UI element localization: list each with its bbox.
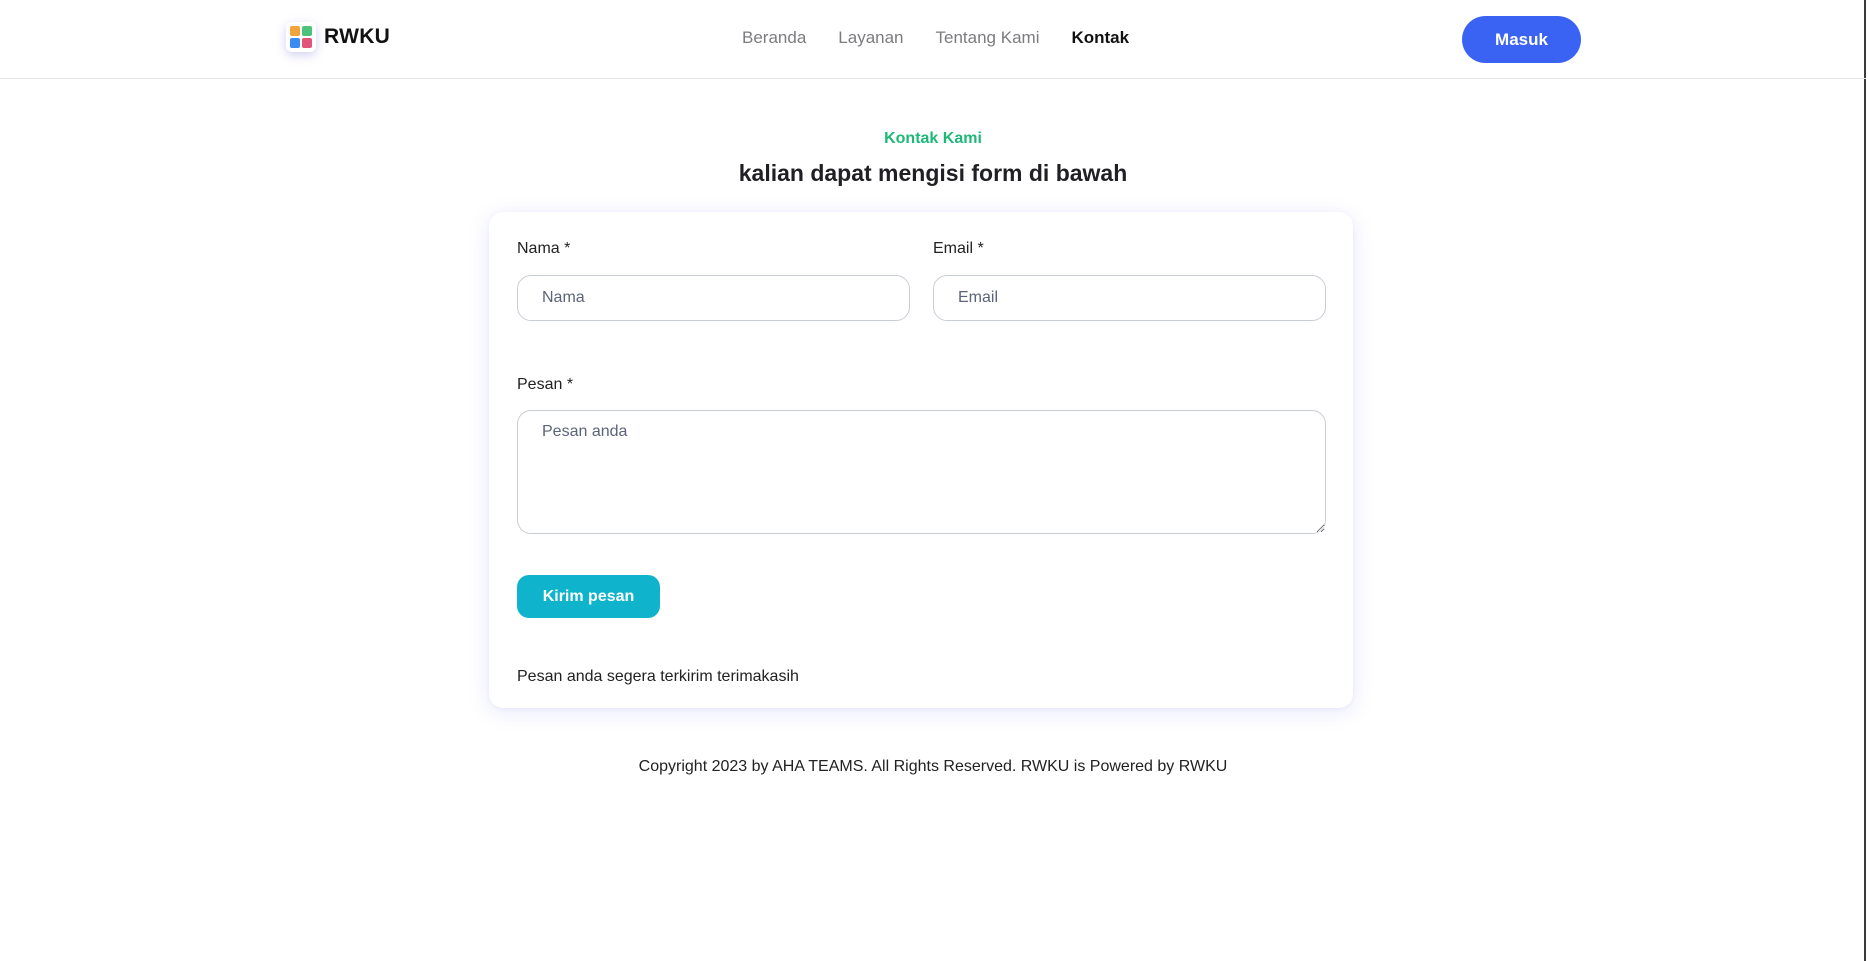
message-label: Pesan *	[517, 376, 574, 393]
page-title: kalian dapat mengisi form di bawah	[738, 160, 1128, 186]
brand-name: RWKU	[324, 25, 391, 48]
message-textarea[interactable]	[517, 410, 1326, 534]
success-message: Pesan anda segera terkirim terimakasih	[517, 668, 799, 685]
send-message-button[interactable]: Kirim pesan	[517, 575, 660, 618]
nav-item-tentang-kami[interactable]: Tentang Kami	[936, 28, 1040, 48]
brand-logo-icon	[286, 22, 316, 52]
email-label: Email *	[933, 240, 984, 257]
brand[interactable]: RWKU	[286, 22, 390, 52]
login-button[interactable]: Masuk	[1462, 16, 1581, 63]
nav-item-kontak[interactable]: Kontak	[1071, 28, 1129, 48]
contact-form-card: Nama * Email * Pesan * Kirim pesan Pesan…	[489, 212, 1353, 708]
site-header: RWKU Beranda Layanan Tentang Kami Kontak…	[0, 0, 1866, 79]
footer-copyright: Copyright 2023 by AHA TEAMS. All Rights …	[638, 758, 1228, 775]
name-label: Nama *	[517, 240, 571, 257]
page: RWKU Beranda Layanan Tentang Kami Kontak…	[0, 0, 1866, 961]
main-nav: Beranda Layanan Tentang Kami Kontak	[742, 28, 1129, 48]
nav-item-layanan[interactable]: Layanan	[838, 28, 903, 48]
nav-item-beranda[interactable]: Beranda	[742, 28, 806, 48]
name-input[interactable]	[517, 275, 910, 321]
email-input[interactable]	[933, 275, 1326, 321]
section-eyebrow: Kontak Kami	[884, 130, 982, 147]
